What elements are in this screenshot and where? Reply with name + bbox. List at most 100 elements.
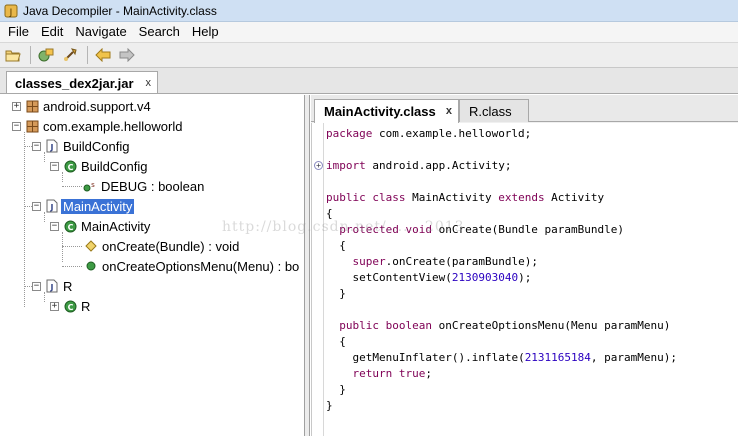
tree-item-label: DEBUG : boolean — [101, 178, 205, 194]
code-line: getMenuInflater().inflate(2131165184, pa… — [352, 351, 678, 364]
expand-icon[interactable]: + — [12, 101, 21, 111]
tree-item-com-example-helloworld[interactable]: − com.example.helloworld — [12, 116, 182, 136]
menu-help[interactable]: Help — [186, 22, 225, 42]
tab-r-class[interactable]: R.class — [459, 99, 529, 122]
tree-item-label: R — [63, 278, 73, 294]
svg-text:J: J — [50, 283, 54, 292]
tree-item-r-file[interactable]: − J R — [32, 276, 72, 296]
tree-item-mainactivity-file[interactable]: − J MainActivity — [32, 196, 135, 216]
toolbar-separator — [87, 46, 88, 64]
svg-text:C: C — [67, 223, 73, 232]
tree-item-label: MainActivity — [81, 218, 151, 234]
tree-connector — [24, 206, 32, 207]
svg-text:J: J — [9, 8, 13, 18]
collapse-icon[interactable]: − — [32, 201, 41, 211]
source-code-view[interactable]: + package com.example.helloworld; import… — [311, 123, 738, 436]
expand-icon[interactable]: + — [50, 301, 59, 311]
tree-item-oncreate-method[interactable]: onCreate(Bundle) : void — [84, 236, 239, 256]
svg-text:C: C — [67, 163, 73, 172]
tree-item-android-support-v4[interactable]: + android.support.v4 — [12, 96, 151, 116]
code-line: protected void onCreate(Bundle paramBund… — [339, 223, 625, 236]
package-icon — [25, 99, 39, 113]
pane-splitter[interactable] — [305, 95, 310, 436]
code-line: super.onCreate(paramBundle); — [352, 255, 538, 268]
collapse-icon[interactable]: − — [50, 161, 59, 171]
svg-text:C: C — [67, 303, 73, 312]
collapse-icon[interactable]: − — [32, 141, 41, 151]
open-type-icon[interactable] — [35, 44, 57, 66]
collapse-icon[interactable]: − — [12, 121, 21, 131]
svg-text:J: J — [50, 143, 54, 152]
tab-label: MainActivity.class — [324, 104, 436, 119]
menu-bar: File Edit Navigate Search Help — [0, 22, 738, 42]
code-line: { — [326, 207, 333, 220]
menu-edit[interactable]: Edit — [35, 22, 69, 42]
open-type-hierarchy-icon[interactable] — [59, 44, 81, 66]
code-line: } — [326, 399, 333, 412]
collapse-icon[interactable]: − — [32, 281, 41, 291]
java-file-icon: J — [45, 199, 59, 213]
code-line: public boolean onCreateOptionsMenu(Menu … — [339, 319, 671, 332]
tree-item-label: android.support.v4 — [43, 98, 151, 114]
code-line: setContentView(2130903040); — [352, 271, 532, 284]
title-bar: J Java Decompiler - MainActivity.class — [0, 0, 738, 22]
code-line: } — [326, 383, 346, 396]
code-line: public class MainActivity extends Activi… — [326, 191, 605, 204]
back-arrow-icon[interactable] — [92, 44, 114, 66]
editor-pane: MainActivity.class x R.class + package c… — [311, 95, 738, 436]
code-line: package com.example.helloworld; — [326, 127, 532, 140]
code-line: { — [326, 239, 346, 252]
tree-item-label: R — [81, 298, 91, 314]
menu-navigate[interactable]: Navigate — [69, 22, 132, 42]
svg-text:s: s — [91, 181, 95, 189]
close-icon[interactable]: x — [446, 106, 452, 117]
svg-text:J: J — [50, 203, 54, 212]
class-icon: C — [63, 299, 77, 313]
tab-label: R.class — [469, 103, 512, 119]
jar-tab-strip: classes_dex2jar.jar x — [0, 68, 738, 94]
tree-item-label: BuildConfig — [81, 158, 148, 174]
package-tree[interactable]: + android.support.v4 − com.example.hello… — [3, 95, 305, 436]
toolbar-separator — [30, 46, 31, 64]
tree-item-r-class[interactable]: + C R — [50, 296, 90, 316]
tree-item-mainactivity-class[interactable]: − C MainActivity — [50, 216, 150, 236]
tree-item-oncreateoptionsmenu-method[interactable]: onCreateOptionsMenu(Menu) : bo — [84, 256, 299, 276]
protected-method-icon — [84, 239, 98, 253]
code-line: import android.app.Activity; — [326, 159, 512, 172]
java-file-icon: J — [45, 139, 59, 153]
close-icon[interactable]: x — [146, 77, 152, 89]
tree-connector — [62, 186, 82, 187]
tree-connector — [62, 246, 82, 247]
window-title: Java Decompiler - MainActivity.class — [23, 3, 217, 18]
tree-connector — [24, 286, 32, 287]
open-file-icon[interactable] — [2, 44, 24, 66]
fold-expand-icon[interactable]: + — [314, 161, 323, 170]
class-icon: C — [63, 219, 77, 233]
class-icon: C — [63, 159, 77, 173]
static-final-field-icon: s — [83, 179, 97, 193]
tree-item-debug-field[interactable]: s DEBUG : boolean — [83, 176, 204, 196]
toolbar — [0, 42, 738, 68]
tree-item-label: onCreateOptionsMenu(Menu) : bo — [102, 258, 300, 274]
tree-item-buildconfig-class[interactable]: − C BuildConfig — [50, 156, 148, 176]
editor-tab-strip: MainActivity.class x R.class — [311, 95, 738, 123]
tab-label: classes_dex2jar.jar — [15, 75, 134, 91]
java-decompiler-icon: J — [4, 4, 18, 18]
tree-connector — [24, 132, 25, 307]
forward-arrow-icon[interactable] — [116, 44, 138, 66]
tree-connector — [62, 232, 63, 262]
package-icon — [25, 119, 39, 133]
menu-file[interactable]: File — [2, 22, 35, 42]
java-file-icon: J — [45, 279, 59, 293]
tab-classes-dex2jar[interactable]: classes_dex2jar.jar x — [6, 71, 158, 94]
tree-connector — [24, 146, 32, 147]
tree-item-label: BuildConfig — [63, 138, 130, 154]
tree-item-buildconfig-file[interactable]: − J BuildConfig — [32, 136, 130, 156]
tree-item-label: com.example.helloworld — [43, 118, 183, 134]
public-method-icon — [84, 259, 98, 273]
tree-connector — [62, 266, 82, 267]
code-line: } — [326, 287, 346, 300]
collapse-icon[interactable]: − — [50, 221, 59, 231]
menu-search[interactable]: Search — [133, 22, 186, 42]
tab-mainactivity-class[interactable]: MainActivity.class x — [314, 99, 459, 123]
